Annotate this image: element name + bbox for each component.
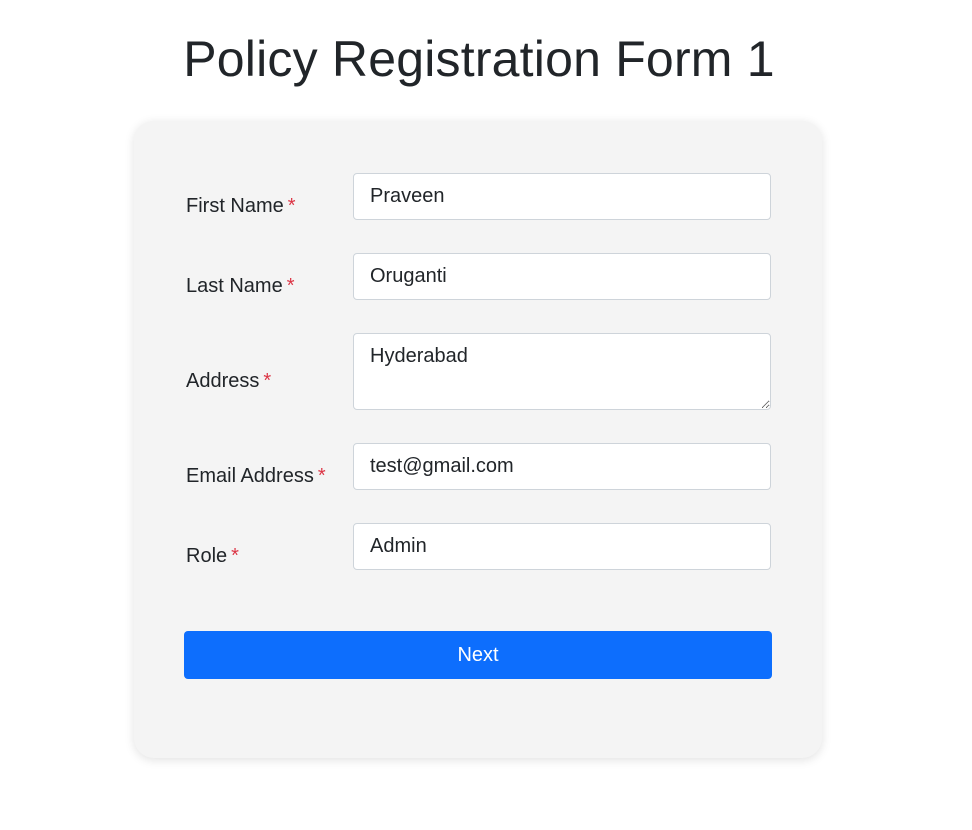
role-row: Role * [186,523,772,571]
address-label-text: Address [186,370,260,392]
address-label: Address * [186,370,271,393]
role-label-text: Role [186,545,228,567]
required-marker: * [317,465,326,487]
email-label-text: Email Address [186,465,314,487]
first-name-label: First Name * [186,195,296,218]
page-title: Policy Registration Form 1 [183,31,775,87]
required-marker: * [287,195,296,217]
email-input[interactable] [353,443,771,490]
first-name-input[interactable] [353,173,771,220]
email-row: Email Address * [186,443,772,491]
address-row: Address * Hyderabad [186,333,772,411]
role-input[interactable] [353,523,771,570]
required-marker: * [286,275,295,297]
next-button[interactable]: Next [184,631,772,679]
last-name-label: Last Name * [186,275,295,298]
required-marker: * [263,370,272,392]
role-label: Role * [186,545,239,568]
last-name-input[interactable] [353,253,771,300]
first-name-label-text: First Name [186,195,284,217]
last-name-label-text: Last Name [186,275,283,297]
registration-form-card: First Name* Last Name* Address* Hyderaba… [134,121,822,758]
first-name-row: First Name * [186,173,772,221]
email-label: Email Address * [186,465,326,488]
address-textarea[interactable]: Hyderabad [353,333,771,410]
last-name-row: Last Name * [186,253,772,301]
required-marker: * [231,545,239,567]
